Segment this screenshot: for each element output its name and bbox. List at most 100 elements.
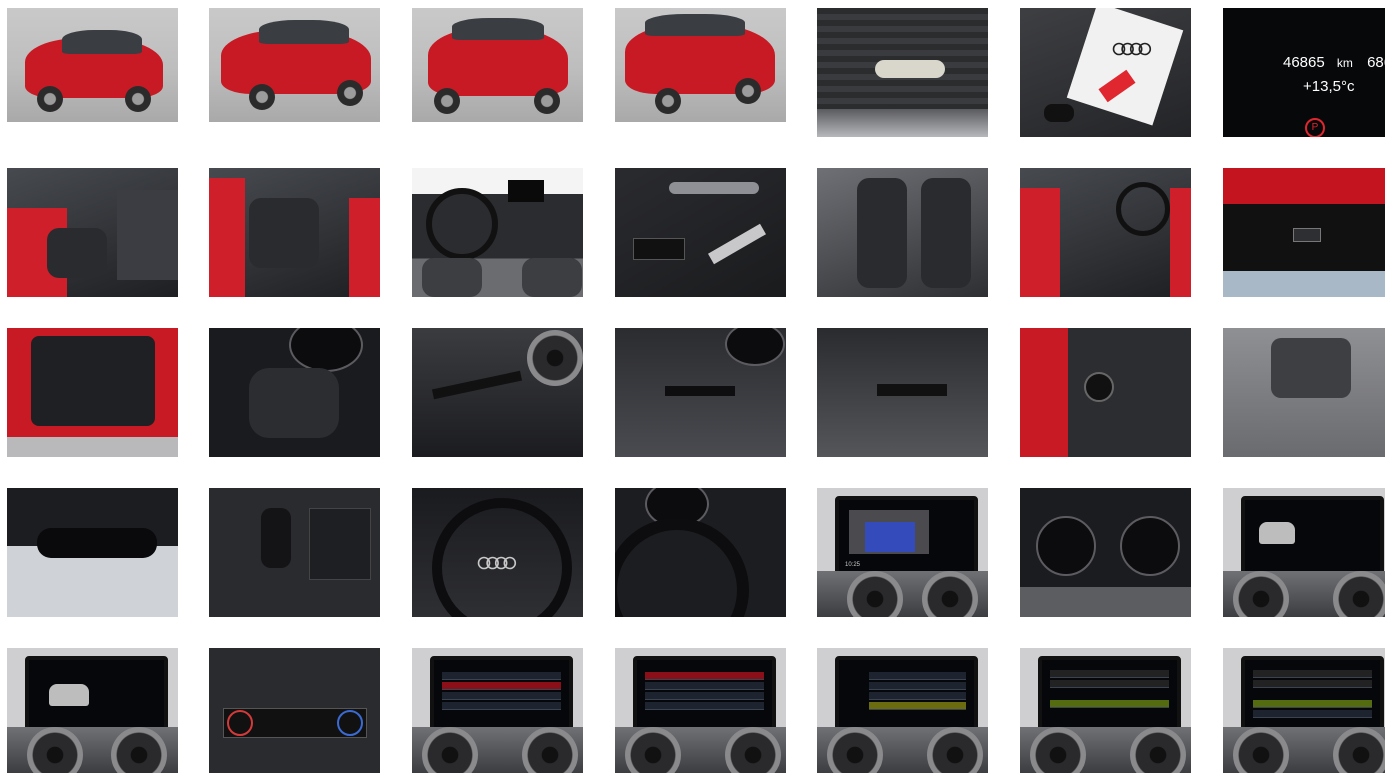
door-handle — [669, 182, 759, 194]
key-card — [875, 60, 945, 78]
car-wheel — [37, 86, 63, 112]
menu-row — [869, 692, 966, 700]
car-silhouette — [1259, 522, 1295, 544]
photo-thumb-red-roof-closeup[interactable] — [1223, 168, 1385, 297]
air-vent — [111, 727, 167, 773]
photo-thumb-cruise-control-stalk[interactable] — [412, 328, 583, 457]
photo-thumb-smartphone-interface-dialog[interactable] — [1223, 648, 1385, 773]
steering-wheel — [1116, 182, 1170, 236]
photo-thumb-dashboard-overview[interactable] — [412, 168, 583, 297]
photo-thumb-steering-wheel-buttons[interactable] — [209, 328, 380, 457]
dialog-text — [1050, 680, 1169, 688]
bumper — [7, 437, 178, 457]
odometer-unit: km — [1336, 56, 1353, 70]
dashboard-vents — [817, 571, 988, 617]
photo-thumb-ceiling-console[interactable] — [1223, 328, 1385, 457]
odometer-value: 46865 — [1283, 54, 1325, 71]
menu-row-selected — [869, 702, 966, 710]
photo-thumb-trunk-open[interactable] — [7, 328, 178, 457]
tachometer — [725, 328, 785, 366]
dashboard-vents — [1020, 727, 1191, 773]
menu-row — [869, 682, 966, 690]
photo-thumb-media-source-menu[interactable] — [817, 648, 988, 773]
dashboard-vents — [7, 727, 178, 773]
photo-thumb-front-seats[interactable] — [817, 168, 988, 297]
air-vent — [422, 727, 478, 773]
car-door — [1170, 188, 1191, 297]
car-window — [62, 30, 142, 54]
menu-row — [869, 672, 966, 680]
air-vent — [1233, 727, 1289, 773]
odometer-readout: 46865 km 686 — [1283, 54, 1385, 71]
photo-thumb-driver-assist-menu[interactable] — [412, 648, 583, 773]
photo-thumb-steering-wheel-full[interactable] — [412, 488, 583, 617]
photo-thumb-phone-connection-dialog[interactable] — [1020, 648, 1191, 773]
door-panel — [117, 190, 178, 280]
car-window — [452, 18, 544, 40]
car-silhouette — [49, 684, 89, 706]
dialog-text — [1050, 670, 1169, 678]
photo-thumb-instrument-odometer[interactable]: 46865 km 686 +13,5°c P — [1223, 8, 1385, 137]
overhead-console — [1271, 338, 1351, 398]
climate-knob — [337, 710, 363, 736]
photo-thumb-gear-shift[interactable] — [209, 488, 380, 617]
photo-thumb-climate-controls[interactable] — [209, 648, 380, 773]
car-wheel — [655, 88, 681, 114]
car-door — [209, 178, 245, 297]
screen-clock: 10:25 — [845, 562, 861, 568]
photo-thumb-exterior-rear[interactable] — [412, 8, 583, 122]
car-seat — [422, 258, 482, 297]
steering-wheel — [615, 518, 749, 617]
air-vent — [725, 727, 781, 773]
photo-thumb-driver-side-interior[interactable] — [1020, 168, 1191, 297]
speedometer — [1120, 516, 1180, 576]
mirror — [37, 528, 157, 558]
menu-row — [442, 702, 561, 710]
photo-thumb-wiper-stalk[interactable] — [817, 328, 988, 457]
menu-row-selected — [645, 672, 764, 680]
photo-thumb-reverse-camera-screen[interactable]: 10:25 — [817, 488, 988, 617]
car-window — [259, 20, 349, 44]
photo-thumb-exterior-rear-left[interactable] — [209, 8, 380, 122]
outside-temperature: +13,5°c — [1303, 78, 1355, 95]
car-key — [1044, 104, 1074, 122]
photo-thumb-exterior-front-right[interactable] — [615, 8, 786, 122]
photo-thumb-manual-and-key[interactable] — [1020, 8, 1191, 137]
car-seat — [47, 228, 107, 278]
air-vent — [827, 727, 883, 773]
photo-thumb-infotainment-settings[interactable] — [7, 648, 178, 773]
air-vent — [1333, 571, 1385, 617]
photo-thumb-exterior-front-left[interactable] — [7, 8, 178, 122]
owner-manual — [1066, 8, 1184, 126]
dashboard-lower — [1020, 587, 1191, 617]
center-screen — [508, 180, 544, 202]
car-seat — [921, 178, 971, 288]
car-seat — [522, 258, 582, 297]
dialog-option-selected — [1050, 700, 1169, 708]
photo-thumb-indicator-stalk[interactable] — [615, 328, 786, 457]
roof-button — [1293, 228, 1321, 242]
photo-thumb-driver-assist-menu-2[interactable] — [615, 648, 786, 773]
air-vent — [522, 727, 578, 773]
infotainment-screen: 10:25 — [835, 496, 978, 580]
car-window — [645, 14, 745, 36]
dialog-option-selected — [1253, 700, 1372, 708]
photo-thumb-rear-door-open[interactable] — [209, 168, 380, 297]
photo-thumb-key-card-in-window[interactable] — [817, 8, 988, 137]
photo-thumb-infotainment-car-menu[interactable] — [1223, 488, 1385, 617]
photo-thumb-light-switch[interactable] — [1020, 328, 1191, 457]
stalk — [665, 386, 735, 396]
photo-thumb-driver-door-open[interactable] — [7, 168, 178, 297]
dashboard-vents — [412, 727, 583, 773]
audi-rings-icon — [1112, 42, 1152, 56]
car-interior-edge — [817, 109, 988, 137]
dashboard-vents — [817, 727, 988, 773]
parking-guide — [865, 522, 915, 552]
photo-thumb-rearview-mirror[interactable] — [7, 488, 178, 617]
car-seat — [249, 198, 319, 268]
car-wheel — [125, 86, 151, 112]
photo-thumb-door-panel-controls[interactable] — [615, 168, 786, 297]
air-vent — [1030, 727, 1086, 773]
photo-thumb-steering-wheel-right[interactable] — [615, 488, 786, 617]
photo-thumb-instrument-cluster[interactable] — [1020, 488, 1191, 617]
